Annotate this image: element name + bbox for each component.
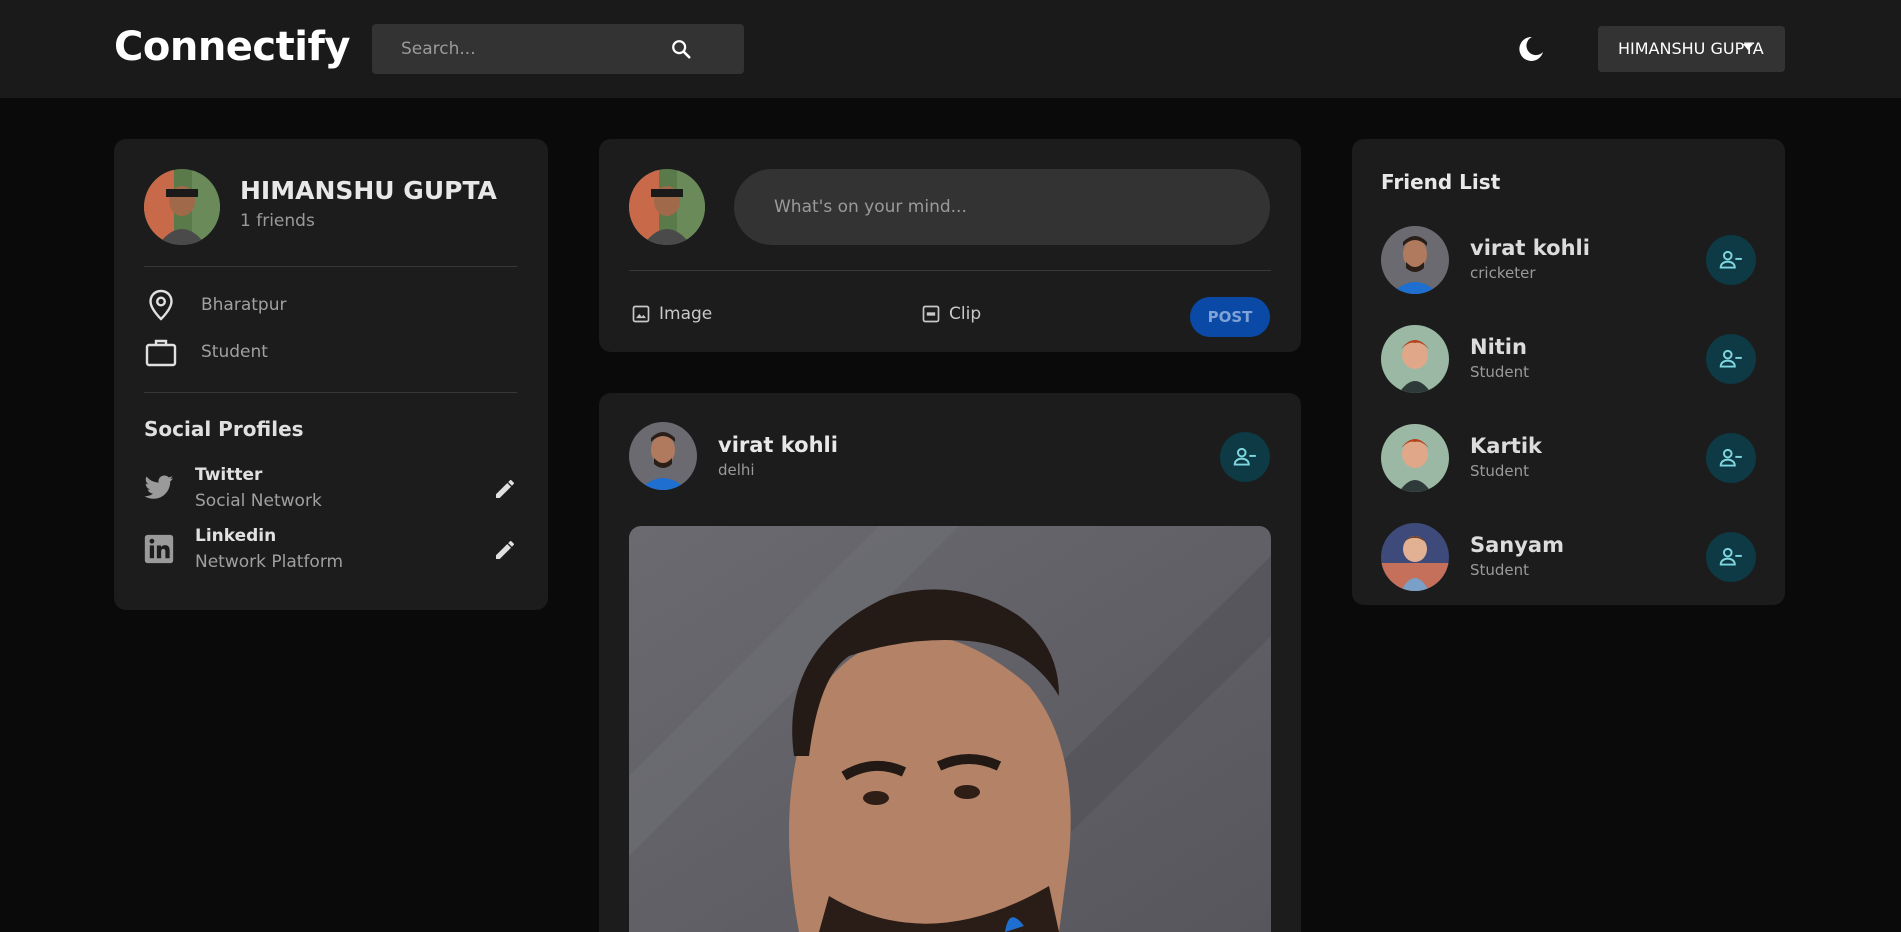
friend-occupation: cricketer	[1470, 264, 1536, 282]
profile-avatar[interactable]	[144, 169, 220, 245]
friend-occupation: Student	[1470, 561, 1530, 579]
remove-friend-icon	[1233, 447, 1256, 466]
friend-name[interactable]: Kartik	[1470, 434, 1542, 458]
navbar: Connectify HIMANSHU GUPTA	[0, 0, 1901, 98]
post-author-avatar[interactable]	[629, 422, 697, 490]
composer-divider	[629, 270, 1271, 271]
profile-friends-count: 1 friends	[240, 211, 315, 231]
friend-avatar[interactable]	[1381, 523, 1449, 591]
post-author-location: delhi	[718, 461, 755, 479]
search-input[interactable]	[401, 24, 681, 74]
friend-occupation: Student	[1470, 363, 1530, 381]
friend-avatar[interactable]	[1381, 325, 1449, 393]
social-twitter-name: Twitter	[195, 465, 263, 485]
post-author-name[interactable]: virat kohli	[718, 433, 838, 457]
brand-logo[interactable]: Connectify	[114, 24, 350, 70]
remove-friend-icon	[1719, 349, 1742, 368]
friend-name[interactable]: virat kohli	[1470, 236, 1590, 260]
post-image[interactable]	[629, 526, 1271, 932]
social-linkedin-name: Linkedin	[195, 526, 277, 546]
user-select-value: HIMANSHU GUPTA	[1618, 39, 1764, 58]
social-twitter-type: Social Network	[195, 491, 322, 511]
edit-icon[interactable]	[493, 538, 517, 562]
friend-avatar[interactable]	[1381, 226, 1449, 294]
add-image-button[interactable]: Image	[631, 304, 712, 324]
post-button[interactable]: POST	[1190, 297, 1270, 337]
profile-location: Bharatpur	[201, 295, 287, 315]
remove-friend-button[interactable]	[1706, 334, 1756, 384]
friend-avatar[interactable]	[1381, 424, 1449, 492]
remove-friend-icon	[1719, 547, 1742, 566]
post-text-input[interactable]	[734, 169, 1270, 245]
remove-friend-button[interactable]	[1706, 433, 1756, 483]
friend-name[interactable]: Sanyam	[1470, 533, 1564, 557]
moon-icon[interactable]	[1516, 34, 1546, 64]
search-icon[interactable]	[668, 36, 694, 62]
composer-avatar	[629, 169, 705, 245]
edit-icon[interactable]	[493, 477, 517, 501]
friend-name[interactable]: Nitin	[1470, 335, 1527, 359]
profile-divider	[144, 266, 517, 267]
friend-occupation: Student	[1470, 462, 1530, 480]
remove-friend-button[interactable]	[1706, 235, 1756, 285]
location-icon	[144, 288, 178, 322]
user-select[interactable]: HIMANSHU GUPTA	[1598, 26, 1785, 72]
profile-name[interactable]: HIMANSHU GUPTA	[240, 176, 497, 205]
remove-friend-icon	[1719, 448, 1742, 467]
gif-icon	[922, 305, 940, 323]
twitter-icon	[142, 470, 176, 504]
profile-divider-2	[144, 392, 517, 393]
friend-list-title: Friend List	[1381, 170, 1501, 194]
briefcase-icon	[144, 335, 178, 369]
image-label: Image	[659, 304, 713, 324]
social-profiles-title: Social Profiles	[144, 417, 304, 441]
remove-friend-icon	[1719, 250, 1742, 269]
add-clip-button[interactable]: Clip	[921, 304, 981, 324]
clip-label: Clip	[949, 304, 982, 324]
linkedin-icon	[142, 532, 176, 566]
chevron-down-icon	[1743, 44, 1753, 50]
profile-occupation: Student	[201, 342, 268, 362]
social-linkedin-type: Network Platform	[195, 552, 344, 572]
remove-friend-button[interactable]	[1220, 432, 1270, 482]
remove-friend-button[interactable]	[1706, 532, 1756, 582]
image-icon	[632, 305, 650, 323]
